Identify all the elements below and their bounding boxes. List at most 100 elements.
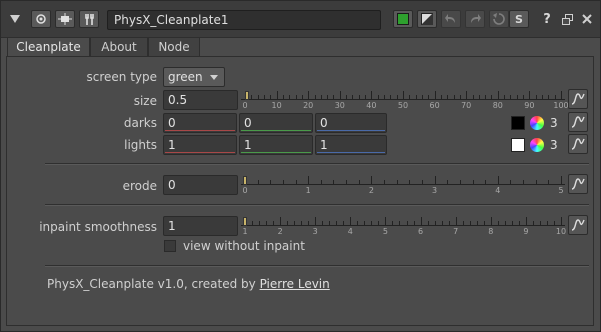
view-without-inpaint-checkbox[interactable] xyxy=(164,240,176,252)
slider-handle[interactable] xyxy=(243,176,247,185)
slider-tick-label: 5 xyxy=(382,227,388,236)
darks-g-input[interactable]: 0 xyxy=(239,113,313,133)
slider-tick xyxy=(257,95,259,100)
screen-type-label: screen type xyxy=(86,70,157,84)
slider-tick xyxy=(516,95,518,100)
undo-button[interactable] xyxy=(441,10,461,28)
lights-color-wheel-icon[interactable] xyxy=(530,138,544,152)
view-node-button[interactable] xyxy=(31,10,51,28)
slider-tick xyxy=(282,180,284,185)
erode-slider[interactable]: 0 1 2 3 4 5 xyxy=(241,175,565,195)
slider-tick xyxy=(403,91,404,100)
inpaint-animation-button[interactable] xyxy=(568,215,588,235)
slider-tick xyxy=(553,221,555,226)
slider-tick xyxy=(251,95,253,100)
revert-button[interactable] xyxy=(489,10,509,28)
slider-handle[interactable] xyxy=(243,217,247,226)
slider-tick xyxy=(453,95,455,100)
darks-g-value: 0 xyxy=(244,116,252,130)
slider-tick xyxy=(377,95,379,100)
slider-tick xyxy=(270,95,272,100)
tab-about[interactable]: About xyxy=(90,37,148,57)
size-animation-button[interactable] xyxy=(568,89,588,109)
slider-tick-label: 4 xyxy=(347,227,353,236)
slider-tick-label: 1 xyxy=(242,227,248,236)
size-slider[interactable]: 0 10 20 30 40 50 60 70 80 90 100 xyxy=(241,90,569,110)
slider-tick xyxy=(518,221,520,226)
slider-tick xyxy=(434,176,436,185)
lights-r-input[interactable]: 1 xyxy=(163,135,237,155)
slider-tick xyxy=(390,95,392,100)
slider-handle[interactable] xyxy=(244,91,249,100)
screen-type-dropdown[interactable]: green xyxy=(163,67,225,87)
darks-b-input[interactable]: 0 xyxy=(315,113,387,133)
slider-track xyxy=(241,225,565,226)
lights-color-swatch[interactable] xyxy=(511,138,525,152)
tab-cleanplate[interactable]: Cleanplate xyxy=(7,37,90,58)
node-color-reset-button[interactable] xyxy=(417,10,437,28)
erode-input[interactable]: 0 xyxy=(163,175,238,195)
view-without-inpaint-label[interactable]: view without inpaint xyxy=(183,239,305,253)
slider-tick xyxy=(548,180,550,185)
slider-tick xyxy=(409,180,411,185)
slider-tick xyxy=(308,176,310,185)
slider-tick xyxy=(485,180,487,185)
tools-button[interactable] xyxy=(79,10,99,28)
darks-color-swatch[interactable] xyxy=(511,116,525,130)
slider-tick-label: 10 xyxy=(271,101,282,110)
lights-label: lights xyxy=(124,138,157,152)
collapse-toggle[interactable] xyxy=(5,10,25,28)
darks-color-wheel-icon[interactable] xyxy=(530,116,544,130)
slider-tick xyxy=(529,91,531,100)
slider-tick xyxy=(472,95,474,100)
slider-tick xyxy=(466,91,468,100)
node-name-field[interactable]: PhysX_Cleanplate1 xyxy=(107,10,381,30)
inpaint-smoothness-slider[interactable]: 1 2 3 4 5 6 7 8 9 10 xyxy=(241,216,566,236)
slider-tick xyxy=(428,95,430,100)
slider-tick xyxy=(542,95,544,100)
lights-b-input[interactable]: 1 xyxy=(315,135,387,155)
group-node-button[interactable] xyxy=(55,10,75,28)
slider-tick xyxy=(294,221,296,226)
slider-tick-label: 60 xyxy=(429,101,440,110)
slider-tick xyxy=(462,221,464,226)
script-button[interactable]: S xyxy=(509,10,529,28)
curve-icon xyxy=(571,178,585,190)
slider-tick-label: 6 xyxy=(418,227,424,236)
lights-channel-count[interactable]: 3 xyxy=(550,138,558,152)
slider-tick xyxy=(358,95,360,100)
darks-channel-count[interactable]: 3 xyxy=(550,116,558,130)
slider-tick xyxy=(525,217,527,226)
divider xyxy=(45,265,589,267)
slider-tick xyxy=(421,95,423,100)
redo-button[interactable] xyxy=(465,10,485,28)
lights-g-value: 1 xyxy=(244,138,252,152)
slider-tick xyxy=(282,95,284,100)
slider-tick xyxy=(440,95,442,100)
tab-node[interactable]: Node xyxy=(148,37,200,57)
credit-prefix: PhysX_Cleanplate v1.0, created by xyxy=(47,277,260,291)
slider-tick xyxy=(441,221,443,226)
darks-animation-button[interactable] xyxy=(568,112,588,132)
revert-icon xyxy=(493,13,505,25)
slider-tick xyxy=(396,180,398,185)
inpaint-smoothness-input[interactable]: 1 xyxy=(163,216,238,236)
slider-tick xyxy=(497,176,499,185)
help-button[interactable]: ? xyxy=(537,10,557,28)
slider-tick-label: 2 xyxy=(277,227,283,236)
author-link[interactable]: Pierre Levin xyxy=(260,277,330,291)
slider-tick xyxy=(273,221,275,226)
size-input[interactable]: 0.5 xyxy=(163,90,238,110)
erode-animation-button[interactable] xyxy=(568,174,588,194)
slider-tick-label: 3 xyxy=(432,186,438,195)
float-panel-button[interactable] xyxy=(557,10,577,28)
darks-r-input[interactable]: 0 xyxy=(163,113,237,133)
slider-tick xyxy=(343,221,345,226)
close-panel-button[interactable] xyxy=(577,10,597,28)
lights-g-input[interactable]: 1 xyxy=(239,135,313,155)
slider-tick xyxy=(535,180,537,185)
lights-animation-button[interactable] xyxy=(568,134,588,154)
slider-tick xyxy=(476,221,478,226)
node-color-button[interactable] xyxy=(393,10,413,28)
slider-tick xyxy=(329,221,331,226)
